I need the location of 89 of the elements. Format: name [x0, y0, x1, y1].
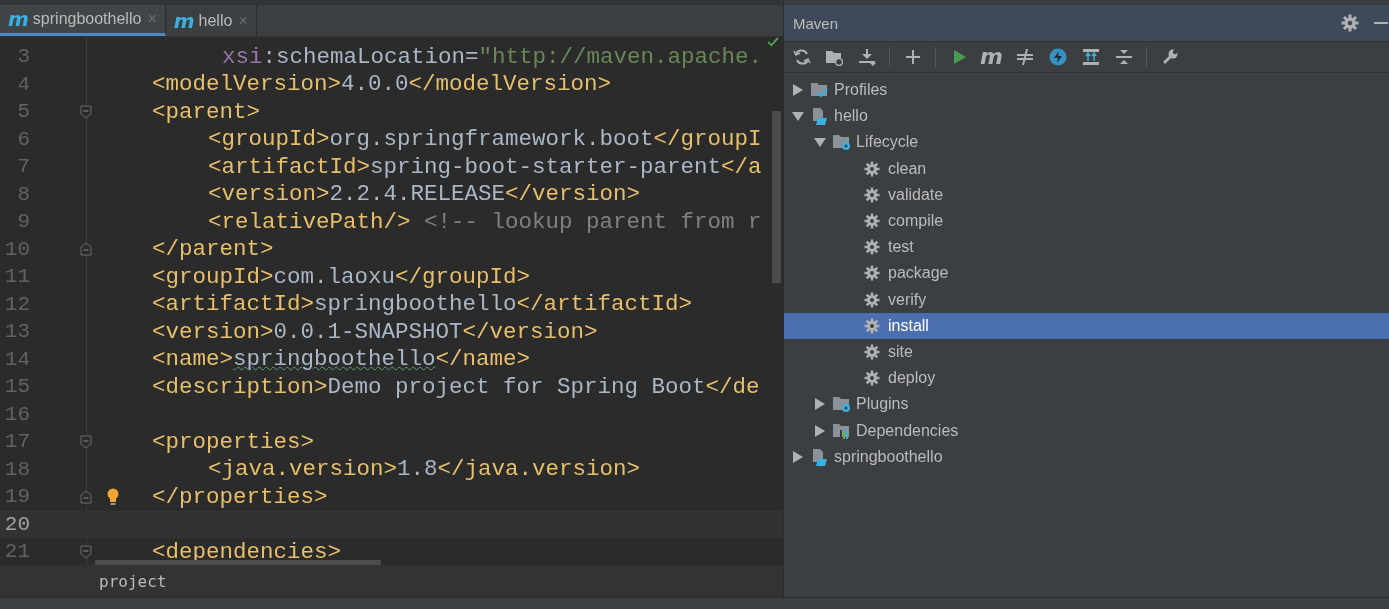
tree-item[interactable]: validate: [784, 181, 1389, 208]
line-number: 4: [16, 72, 30, 96]
tree-item[interactable]: install: [784, 312, 1389, 339]
settings-icon[interactable]: [1341, 14, 1359, 32]
module-file-icon: [810, 447, 828, 466]
collapsed-arrow-icon[interactable]: [792, 450, 804, 463]
line-number: 21: [3, 540, 30, 564]
dependencies-icon[interactable]: [1081, 48, 1100, 66]
tree-item[interactable]: clean: [784, 155, 1389, 182]
code-line: <artifactId>spring-boot-starter-parent</a: [208, 157, 762, 176]
scrollbar-thumb[interactable]: [772, 111, 781, 283]
code-line: <groupId>com.laoxu</groupId>: [152, 267, 531, 286]
folder-gear-icon: [832, 133, 850, 152]
code-line: </parent>: [152, 240, 274, 259]
folder-check-icon: [810, 81, 828, 100]
line-number: 9: [16, 210, 30, 234]
tree-item[interactable]: Dependencies: [784, 417, 1389, 444]
line-number: 18: [3, 457, 30, 481]
download-icon[interactable]: [857, 48, 876, 66]
lightbulb-icon[interactable]: [107, 488, 119, 506]
line-number: 7: [16, 155, 30, 179]
tree-item[interactable]: springboothello: [784, 443, 1389, 470]
line-number: 13: [3, 320, 30, 344]
editor-tab[interactable]: m springboothello ×: [0, 5, 166, 36]
code-line: xsi:schemaLocation="http://maven.apache.: [222, 47, 763, 66]
tree-item[interactable]: package: [784, 260, 1389, 287]
gear-icon: [864, 239, 880, 256]
checkmark-icon: [766, 37, 780, 47]
plus-icon[interactable]: [903, 48, 922, 66]
collapsed-arrow-icon[interactable]: [792, 84, 804, 97]
line-number: 8: [16, 182, 30, 206]
module-file-icon: [810, 107, 828, 126]
gear-icon: [864, 370, 880, 387]
tree-item[interactable]: Lifecycle: [784, 129, 1389, 156]
line-number: 17: [3, 430, 30, 454]
gear-icon: [864, 265, 880, 282]
code-line: <artifactId>springboothello</artifactId>: [152, 295, 693, 314]
tree-item[interactable]: compile: [784, 207, 1389, 235]
gear-icon: [864, 186, 880, 203]
gear-icon: [864, 291, 880, 308]
gear-icon: [864, 160, 880, 177]
tree-item[interactable]: Plugins: [784, 391, 1389, 418]
code-line: <java.version>1.8</java.version>: [208, 460, 641, 479]
line-number: 15: [3, 375, 30, 399]
gear-icon: [864, 213, 880, 230]
gear-icon: [864, 317, 880, 334]
code-line: <relativePath/> <!-- lookup parent from r: [208, 212, 762, 231]
expanded-arrow-icon[interactable]: [792, 110, 804, 123]
tree-item[interactable]: site: [784, 338, 1389, 366]
collapsed-arrow-icon[interactable]: [814, 424, 826, 437]
expanded-arrow-icon[interactable]: [814, 136, 826, 149]
line-number: 16: [3, 402, 30, 426]
collapse-all-icon[interactable]: [1114, 48, 1133, 66]
folder-chart-icon: [832, 421, 850, 440]
line-number: 20: [3, 512, 30, 536]
line-number: 14: [3, 347, 30, 371]
reload-icon[interactable]: [793, 48, 811, 66]
code-line: <version>0.0.1-SNAPSHOT</version>: [152, 322, 598, 341]
lightning-icon[interactable]: [1048, 48, 1067, 66]
code-line: <parent>: [152, 102, 261, 121]
tree-item[interactable]: test: [784, 234, 1389, 261]
line-number: 10: [3, 237, 30, 261]
tree-item[interactable]: Profiles: [784, 77, 1389, 104]
code-line: <groupId>org.springframework.boot</groupI: [208, 130, 762, 149]
tree-item[interactable]: verify: [784, 286, 1389, 313]
scrollbar-thumb[interactable]: [95, 560, 381, 565]
code-line: <version>2.2.4.RELEASE</version>: [208, 185, 641, 204]
tree-item[interactable]: hello: [784, 103, 1389, 130]
line-number: 5: [16, 100, 30, 124]
collapsed-arrow-icon[interactable]: [814, 398, 826, 411]
code-line: <description>Demo project for Spring Boot</de: [152, 377, 760, 396]
code-line: <modelVersion>4.0.0</modelVersion>: [152, 75, 612, 94]
code-line: </properties>: [152, 487, 328, 506]
skip-tests-icon[interactable]: [1015, 48, 1034, 66]
folder-refresh-icon[interactable]: [824, 48, 843, 66]
line-number: 6: [16, 127, 30, 151]
gear-icon: [864, 343, 880, 360]
breadcrumb[interactable]: project: [99, 572, 167, 591]
code-line: <properties>: [152, 432, 315, 451]
code-line: <dependencies>: [152, 542, 342, 561]
line-number: 19: [3, 485, 30, 509]
panel-title: Maven: [793, 14, 839, 32]
line-number: 11: [3, 265, 30, 289]
code-line: <name>springboothello</name>: [152, 350, 531, 369]
line-number: 12: [3, 292, 30, 316]
maven-goal-button[interactable]: m: [975, 46, 1008, 68]
tree-item[interactable]: deploy: [784, 365, 1389, 392]
line-number: 3: [16, 45, 30, 69]
folder-gear-icon: [832, 395, 850, 414]
